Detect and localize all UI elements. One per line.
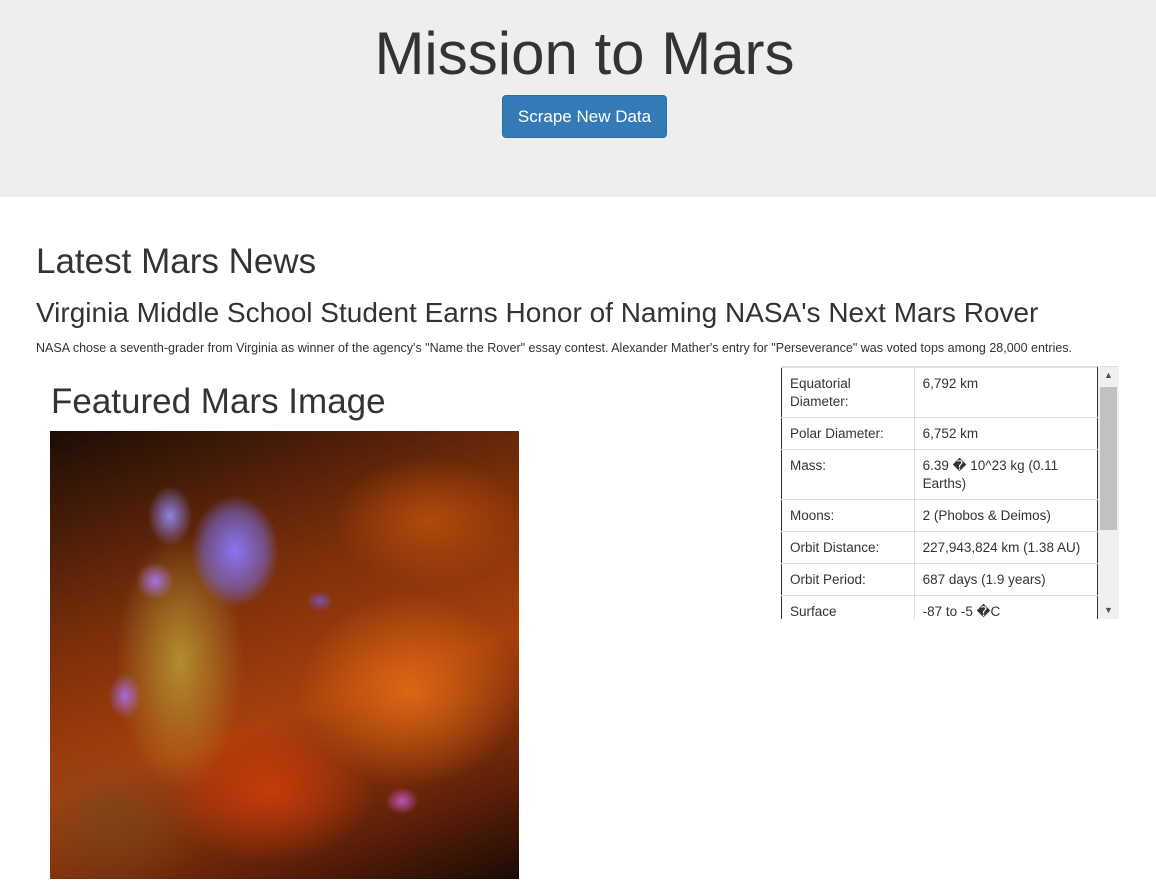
featured-image-heading: Featured Mars Image <box>51 382 386 421</box>
news-paragraph: NASA chose a seventh-grader from Virgini… <box>36 341 1073 355</box>
header-jumbotron: Mission to Mars Scrape New Data <box>0 0 1156 197</box>
fact-label: Moons: <box>781 499 915 532</box>
fact-label: Mass: <box>781 449 915 500</box>
fact-label: Orbit Distance: <box>781 531 915 564</box>
fact-value: 6.39 � 10^23 kg (0.11 Earths) <box>913 449 1099 500</box>
scroll-down-arrow-icon[interactable]: ▼ <box>1098 602 1119 619</box>
mars-facts-table: Equatorial Diameter: 6,792 km Polar Diam… <box>781 367 1099 619</box>
fact-label: Polar Diameter: <box>781 417 915 450</box>
mars-facts-table-container[interactable]: Equatorial Diameter: 6,792 km Polar Diam… <box>781 366 1119 619</box>
scrape-new-data-button[interactable]: Scrape New Data <box>502 95 667 138</box>
facts-scrollbar[interactable]: ▲ ▼ <box>1098 367 1119 619</box>
fact-label: Surface <box>781 595 915 619</box>
table-row: Surface -87 to -5 �C <box>781 595 1099 619</box>
fact-value: 6,752 km <box>913 417 1099 450</box>
table-row: Equatorial Diameter: 6,792 km <box>781 367 1099 418</box>
fact-value: -87 to -5 �C <box>913 595 1099 619</box>
table-row: Orbit Period: 687 days (1.9 years) <box>781 563 1099 596</box>
latest-news-heading: Latest Mars News <box>36 242 317 281</box>
table-row: Orbit Distance: 227,943,824 km (1.38 AU) <box>781 531 1099 564</box>
table-row: Polar Diameter: 6,752 km <box>781 417 1099 450</box>
table-row: Moons: 2 (Phobos & Deimos) <box>781 499 1099 532</box>
fact-label: Orbit Period: <box>781 563 915 596</box>
scroll-up-arrow-icon[interactable]: ▲ <box>1098 367 1119 384</box>
fact-label: Equatorial Diameter: <box>781 367 915 418</box>
scrollbar-thumb[interactable] <box>1100 387 1117 530</box>
news-title: Virginia Middle School Student Earns Hon… <box>36 297 1039 328</box>
fact-value: 6,792 km <box>913 367 1099 418</box>
fact-value: 227,943,824 km (1.38 AU) <box>913 531 1099 564</box>
fact-value: 687 days (1.9 years) <box>913 563 1099 596</box>
page-title: Mission to Mars <box>374 20 795 87</box>
fact-value: 2 (Phobos & Deimos) <box>913 499 1099 532</box>
table-row: Mass: 6.39 � 10^23 kg (0.11 Earths) <box>781 449 1099 500</box>
featured-mars-image <box>50 431 519 879</box>
